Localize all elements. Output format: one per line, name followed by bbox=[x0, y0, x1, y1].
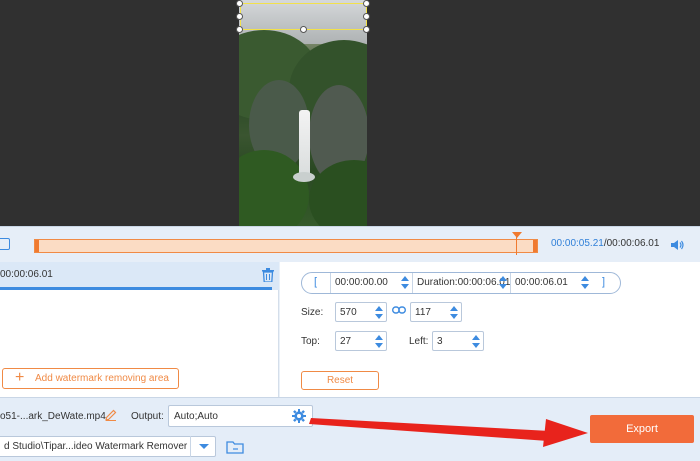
timeline-bar: 00:00:05.21/00:00:06.01 bbox=[0, 226, 700, 262]
video-preview bbox=[0, 0, 700, 226]
trim-time-group: [ 00:00:00.00 Duration:00:00:06.01 00:00… bbox=[301, 272, 621, 294]
resize-handle-top-right[interactable] bbox=[363, 0, 370, 7]
end-time-value: 00:00:06.01 bbox=[515, 277, 568, 288]
add-area-label: Add watermark removing area bbox=[35, 373, 169, 384]
current-time: 00:00:05.21 bbox=[551, 238, 604, 249]
resize-handle-bottom-left[interactable] bbox=[236, 26, 243, 33]
save-path-field[interactable]: d Studio\Tipar...ideo Watermark Remover bbox=[0, 436, 216, 457]
save-path-dropdown[interactable] bbox=[190, 436, 216, 457]
total-time: /00:00:06.01 bbox=[603, 238, 660, 249]
end-time-field[interactable]: 00:00:06.01 bbox=[510, 273, 592, 293]
height-spinner[interactable] bbox=[450, 305, 458, 321]
timeline-end-handle[interactable] bbox=[533, 240, 537, 252]
left-field[interactable]: 3 bbox=[432, 331, 484, 351]
set-start-button[interactable]: [ bbox=[314, 276, 317, 288]
output-label: Output: bbox=[131, 411, 164, 422]
left-spinner[interactable] bbox=[472, 334, 480, 350]
pencil-icon[interactable] bbox=[105, 409, 117, 421]
gear-icon[interactable] bbox=[292, 409, 306, 423]
set-end-button[interactable]: ] bbox=[602, 276, 605, 288]
left-label: Left: bbox=[409, 336, 429, 347]
timeline-track[interactable] bbox=[34, 239, 538, 253]
top-label: Top: bbox=[301, 336, 320, 347]
save-path-value: d Studio\Tipar...ideo Watermark Remover bbox=[4, 441, 188, 452]
time-display: 00:00:05.21/00:00:06.01 bbox=[551, 238, 659, 249]
size-label: Size: bbox=[301, 307, 324, 318]
top-value: 27 bbox=[340, 336, 352, 347]
segment-progress bbox=[0, 287, 272, 290]
bottom-bar: o51-...ark_DeWate.mp4 Output: Auto;Auto … bbox=[0, 397, 700, 461]
timeline-start-handle[interactable] bbox=[35, 240, 39, 252]
plus-icon: + bbox=[15, 369, 25, 386]
height-value: 117 bbox=[415, 307, 431, 318]
segment-item[interactable]: 00:00:06.01 bbox=[0, 262, 279, 290]
start-time-spinner[interactable] bbox=[401, 275, 409, 291]
width-value: 570 bbox=[340, 307, 357, 318]
resize-handle-top-left[interactable] bbox=[236, 0, 243, 7]
start-time-field[interactable]: 00:00:00.00 bbox=[330, 273, 412, 293]
resize-handle-bottom-right[interactable] bbox=[363, 26, 370, 33]
export-button[interactable]: Export bbox=[590, 415, 694, 443]
settings-panel: [ 00:00:00.00 Duration:00:00:06.01 00:00… bbox=[280, 262, 700, 397]
reset-button[interactable]: Reset bbox=[301, 371, 379, 390]
volume-icon[interactable] bbox=[670, 238, 684, 252]
resize-handle-mid-right[interactable] bbox=[363, 13, 370, 20]
width-field[interactable]: 570 bbox=[335, 302, 387, 322]
duration-spinner[interactable] bbox=[499, 275, 507, 291]
link-icon[interactable] bbox=[392, 305, 406, 315]
width-spinner[interactable] bbox=[375, 305, 383, 321]
output-file-name: o51-...ark_DeWate.mp4 bbox=[0, 411, 106, 422]
height-field[interactable]: 117 bbox=[410, 302, 462, 322]
folder-icon[interactable] bbox=[226, 440, 244, 454]
resize-handle-mid-left[interactable] bbox=[236, 13, 243, 20]
left-value: 3 bbox=[437, 336, 443, 347]
output-format-value: Auto;Auto bbox=[174, 411, 218, 422]
duration-value: Duration:00:00:06.01 bbox=[417, 277, 511, 288]
snapshot-icon[interactable] bbox=[0, 238, 10, 250]
end-time-spinner[interactable] bbox=[581, 275, 589, 291]
top-spinner[interactable] bbox=[375, 334, 383, 350]
chevron-down-icon bbox=[199, 444, 209, 449]
segment-list-panel: 00:00:06.01 + Add watermark removing are… bbox=[0, 262, 279, 397]
trash-icon[interactable] bbox=[262, 268, 274, 282]
resize-handle-bottom-mid[interactable] bbox=[300, 26, 307, 33]
start-time-value: 00:00:00.00 bbox=[335, 277, 388, 288]
top-field[interactable]: 27 bbox=[335, 331, 387, 351]
duration-field[interactable]: Duration:00:00:06.01 bbox=[412, 273, 510, 293]
add-watermark-area-button[interactable]: + Add watermark removing area bbox=[2, 368, 179, 389]
video-frame bbox=[239, 0, 367, 226]
waterfall bbox=[299, 110, 310, 180]
segment-time: 00:00:06.01 bbox=[0, 269, 53, 280]
playhead-marker[interactable] bbox=[512, 232, 522, 238]
